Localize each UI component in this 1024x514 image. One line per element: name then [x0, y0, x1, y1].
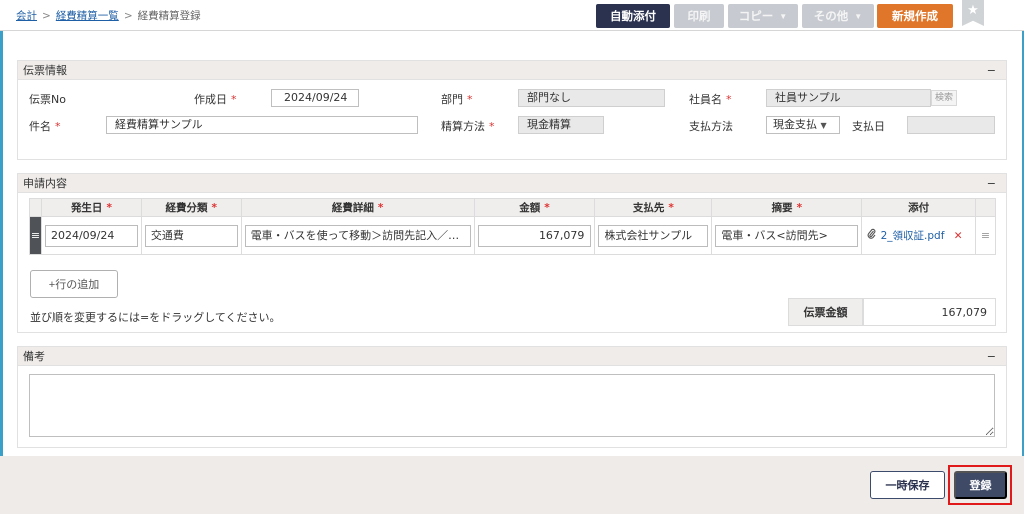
drag-column-header — [29, 198, 42, 217]
print-label: 印刷 — [687, 11, 711, 23]
row-category-input[interactable]: 交通費 — [144, 224, 238, 247]
submit-button[interactable]: 登録 — [954, 471, 1007, 499]
slip-total-value: 167,079 — [863, 298, 996, 326]
chevron-down-icon: ▼ — [779, 11, 788, 21]
created-date-field[interactable]: 2024/09/24 — [271, 89, 359, 107]
payment-date-label: 支払日 — [852, 120, 885, 133]
drag-handle-icon[interactable]: ≡ — [29, 216, 42, 255]
breadcrumb: 会計 > 経費精算一覧 > 経費精算登録 — [16, 8, 201, 23]
paperclip-icon — [867, 228, 877, 243]
breadcrumb-expense-list-link[interactable]: 経費精算一覧 — [56, 10, 119, 22]
attachment-file-link[interactable]: 2_領収証.pdf — [881, 230, 945, 242]
column-header-summary: 摘要 * — [711, 198, 863, 217]
slip-info-title: 伝票情報 — [23, 64, 67, 77]
settlement-method-field: 現金精算 — [518, 116, 604, 134]
column-header-attachment: 添付 — [861, 198, 976, 217]
column-header-payee: 支払先 * — [594, 198, 713, 217]
department-label: 部門 * — [441, 93, 473, 106]
row-menu-icon[interactable]: ≡ — [974, 216, 997, 255]
request-content-title: 申請内容 — [23, 177, 67, 190]
top-bar: 会計 > 経費精算一覧 > 経費精算登録 自動添付 印刷 コピー ▼ その他 ▼ 新規作成 … — [0, 0, 1024, 31]
copy-label: コピー — [738, 11, 774, 23]
subject-label: 件名 * — [29, 120, 61, 133]
add-row-button[interactable]: +行の追加 — [30, 270, 118, 298]
memo-title: 備考 — [23, 350, 45, 363]
column-header-detail: 経費詳細 * — [240, 198, 475, 217]
new-create-label: 新規作成 — [892, 11, 938, 23]
column-header-date: 発生日 * — [40, 198, 142, 217]
auto-attach-button[interactable]: 自動添付 — [596, 4, 670, 28]
handle-column-header — [974, 198, 997, 217]
collapse-icon[interactable]: − — [987, 61, 996, 80]
employee-name-label: 社員名 * — [689, 93, 732, 106]
slip-total-label: 伝票金額 — [788, 298, 863, 326]
row-summary-input[interactable]: 電車・バス<訪問先> — [715, 224, 859, 247]
attachment-item: 2_領収証.pdf ✕ — [865, 228, 972, 243]
collapse-icon[interactable]: − — [987, 174, 996, 193]
collapse-icon[interactable]: − — [987, 347, 996, 366]
request-content-panel: 申請内容 − 発生日 * 経費分類 * 経費詳細 * 金額 * 支払先 * 摘要 * 添付 … — [17, 173, 1007, 333]
favorite-star-icon[interactable]: ★ — [962, 0, 984, 26]
settlement-method-label: 精算方法 * — [441, 120, 495, 133]
chevron-down-icon: ▼ — [854, 11, 863, 21]
amount-cell: 167,079 — [473, 216, 596, 255]
column-header-amount: 金額 * — [473, 198, 596, 217]
memo-header[interactable]: 備考 − — [18, 347, 1006, 366]
created-date-label: 作成日 * — [194, 93, 237, 106]
copy-dropdown-button[interactable]: コピー ▼ — [728, 4, 798, 28]
breadcrumb-separator: > — [42, 10, 51, 22]
request-content-header[interactable]: 申請内容 − — [18, 174, 1006, 193]
payment-method-select[interactable]: 現金支払 ▼ — [766, 116, 840, 134]
memo-panel: 備考 − — [17, 346, 1007, 448]
auto-attach-label: 自動添付 — [610, 11, 656, 23]
payment-method-value: 現金支払 — [773, 118, 817, 131]
table-header-row: 発生日 * 経費分類 * 経費詳細 * 金額 * 支払先 * 摘要 * 添付 — [29, 198, 997, 217]
row-amount-input[interactable]: 167,079 — [477, 224, 592, 247]
row-detail-input[interactable]: 電車・バスを使って移動＞訪問先記入／… — [244, 224, 471, 247]
other-dropdown-button[interactable]: その他 ▼ — [802, 4, 874, 28]
date-cell: 2024/09/24 — [40, 216, 142, 255]
left-accent-bar — [0, 30, 3, 465]
breadcrumb-current: 経費精算登録 — [137, 10, 201, 22]
category-cell: 交通費 — [140, 216, 242, 255]
payment-method-label: 支払方法 — [689, 120, 733, 133]
row-payee-input[interactable]: 株式会社サンプル — [598, 224, 709, 247]
department-field: 部門なし — [518, 89, 665, 107]
expense-table: 発生日 * 経費分類 * 経費詳細 * 金額 * 支払先 * 摘要 * 添付 ≡ 2024/… — [29, 198, 997, 255]
memo-textarea[interactable] — [29, 374, 995, 437]
chevron-down-icon: ▼ — [820, 121, 827, 130]
subject-field[interactable]: 経費精算サンプル — [106, 116, 418, 134]
payee-cell: 株式会社サンプル — [594, 216, 713, 255]
payment-date-field[interactable] — [907, 116, 995, 134]
row-date-input[interactable]: 2024/09/24 — [44, 224, 138, 247]
breadcrumb-accounting-link[interactable]: 会計 — [16, 10, 37, 22]
remove-attachment-icon[interactable]: ✕ — [954, 230, 963, 242]
breadcrumb-separator: > — [123, 10, 133, 22]
detail-cell: 電車・バスを使って移動＞訪問先記入／… — [240, 216, 475, 255]
employee-name-field: 社員サンプル — [766, 89, 931, 107]
table-row: ≡ 2024/09/24 交通費 電車・バスを使って移動＞訪問先記入／… 167… — [29, 216, 997, 255]
new-create-button[interactable]: 新規作成 — [877, 4, 953, 28]
employee-search-button[interactable]: 検索 — [931, 90, 957, 106]
summary-cell: 電車・バス<訪問先> — [711, 216, 863, 255]
attachment-cell: 2_領収証.pdf ✕ — [861, 216, 976, 255]
slip-info-panel: 伝票情報 − 伝票No 作成日 * 2024/09/24 部門 * 部門なし 社員名… — [17, 60, 1007, 160]
slip-info-header[interactable]: 伝票情報 − — [18, 61, 1006, 80]
footer-bar: 一時保存 登録 — [0, 456, 1024, 514]
print-button[interactable]: 印刷 — [674, 4, 724, 28]
slip-no-label: 伝票No — [29, 93, 66, 106]
column-header-category: 経費分類 * — [140, 198, 242, 217]
temporary-save-button[interactable]: 一時保存 — [870, 471, 945, 499]
other-label: その他 — [813, 11, 849, 23]
reorder-hint: 並び順を変更するには=をドラッグしてください。 — [30, 311, 281, 324]
